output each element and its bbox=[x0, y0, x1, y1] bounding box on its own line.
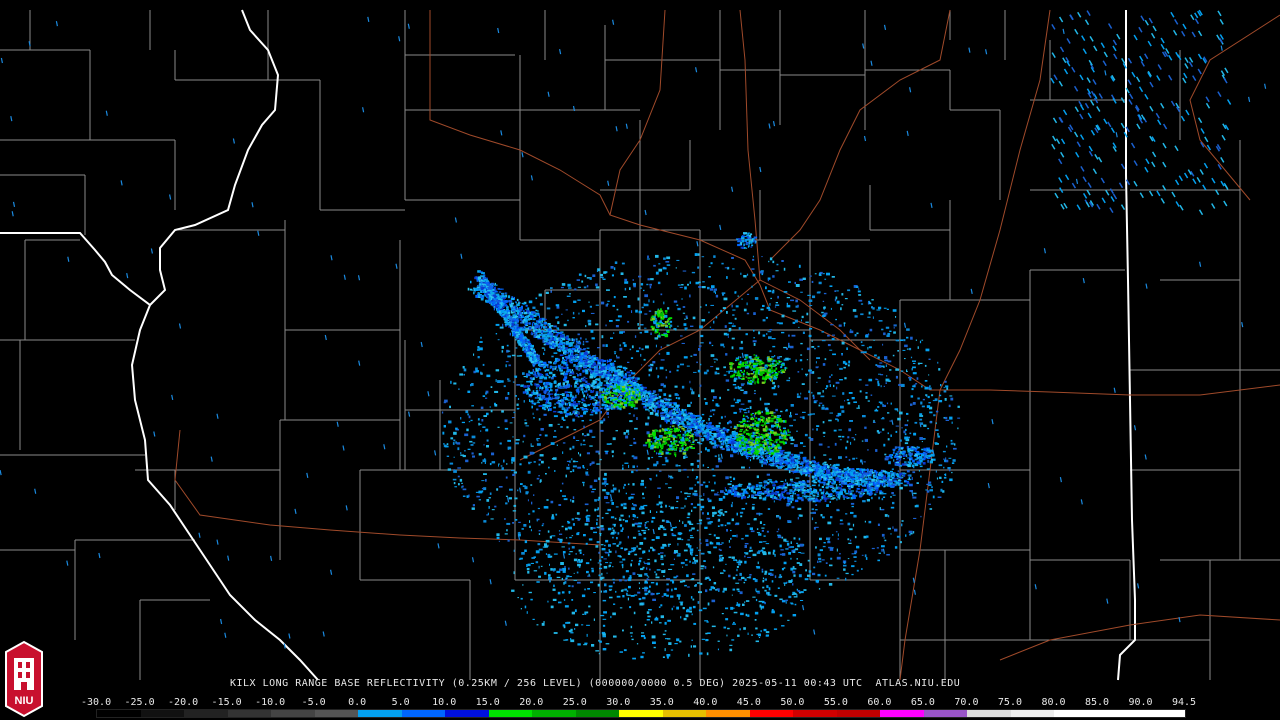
niu-logo: NIU bbox=[2, 636, 46, 718]
scale-swatch bbox=[662, 710, 707, 717]
product-title: KILX LONG RANGE BASE REFLECTIVITY (0.25K… bbox=[230, 678, 961, 689]
scale-label: -15.0 bbox=[211, 697, 242, 708]
scale-swatch bbox=[97, 710, 141, 717]
scale-swatch bbox=[184, 710, 228, 717]
scale-label: 25.0 bbox=[562, 697, 587, 708]
scale-swatch bbox=[575, 710, 620, 717]
scale-label: 70.0 bbox=[954, 697, 979, 708]
scale-label: 35.0 bbox=[649, 697, 674, 708]
scale-label: 60.0 bbox=[867, 697, 892, 708]
scale-swatch bbox=[880, 710, 924, 717]
scale-label: -30.0 bbox=[81, 697, 112, 708]
scale-label: 10.0 bbox=[432, 697, 457, 708]
scale-swatch bbox=[227, 710, 272, 717]
scale-swatch bbox=[619, 710, 663, 717]
scale-swatch bbox=[706, 710, 750, 717]
scale-label: 5.0 bbox=[391, 697, 410, 708]
scale-swatch bbox=[1097, 710, 1142, 717]
radar-map bbox=[0, 0, 1280, 720]
scale-label: 90.0 bbox=[1128, 697, 1153, 708]
scale-swatch bbox=[793, 710, 837, 717]
scale-label: -20.0 bbox=[168, 697, 199, 708]
scale-swatch bbox=[923, 710, 968, 717]
scale-label: 45.0 bbox=[736, 697, 761, 708]
scale-swatch bbox=[314, 710, 359, 717]
scale-label: -25.0 bbox=[124, 697, 155, 708]
scale-label: 20.0 bbox=[519, 697, 544, 708]
logo-text: NIU bbox=[15, 695, 34, 707]
scale-label: 40.0 bbox=[693, 697, 718, 708]
scale-swatch bbox=[1054, 710, 1098, 717]
scale-swatch bbox=[358, 710, 402, 717]
scale-label: 30.0 bbox=[606, 697, 631, 708]
scale-label: 50.0 bbox=[780, 697, 805, 708]
scale-label: 80.0 bbox=[1041, 697, 1066, 708]
scale-label: 65.0 bbox=[910, 697, 935, 708]
scale-label: 55.0 bbox=[823, 697, 848, 708]
scale-swatch bbox=[749, 710, 794, 717]
scale-label: 75.0 bbox=[997, 697, 1022, 708]
scale-label: 0.0 bbox=[348, 697, 367, 708]
scale-swatch bbox=[1141, 710, 1185, 717]
scale-swatch bbox=[271, 710, 315, 717]
scale-label: -5.0 bbox=[301, 697, 326, 708]
scale-swatch bbox=[836, 710, 881, 717]
color-scale-labels: -30.0 -25.0 -20.0 -15.0 -10.0 -5.0 0.0 5.0 10.0 1… bbox=[81, 697, 1196, 709]
color-scale-bar bbox=[96, 709, 1186, 718]
scale-swatch bbox=[140, 710, 185, 717]
scale-label: 85.0 bbox=[1084, 697, 1110, 708]
scale-swatch bbox=[967, 710, 1011, 717]
scale-swatch bbox=[445, 710, 489, 717]
scale-swatch bbox=[532, 710, 576, 717]
scale-label: 15.0 bbox=[475, 697, 500, 708]
scale-label: -10.0 bbox=[255, 697, 286, 708]
scale-swatch bbox=[401, 710, 446, 717]
scale-swatch bbox=[488, 710, 533, 717]
scale-swatch bbox=[1010, 710, 1055, 717]
scale-label: 94.5 bbox=[1172, 697, 1197, 708]
